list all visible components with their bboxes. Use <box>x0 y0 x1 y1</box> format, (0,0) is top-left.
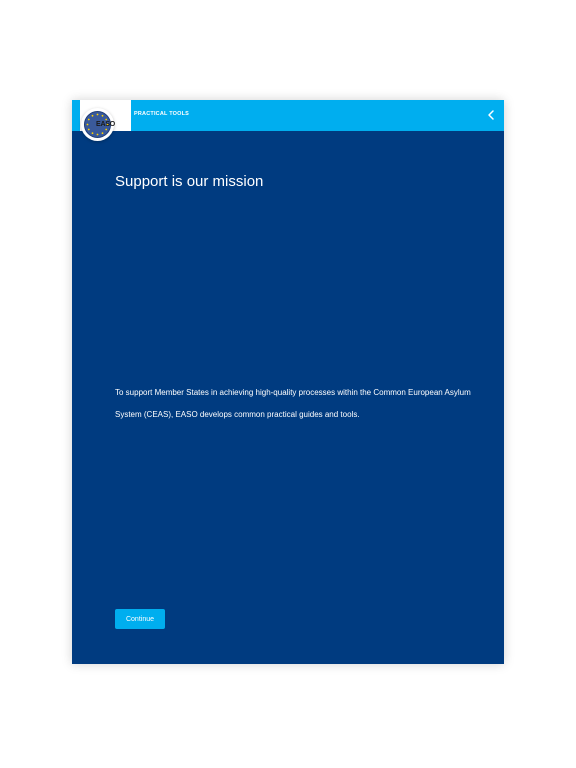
back-button[interactable] <box>484 108 498 122</box>
chevron-left-icon <box>488 110 494 120</box>
header-title: PRACTICAL TOOLS <box>134 111 190 117</box>
page: EASO PRACTICAL TOOLS Support is our miss… <box>0 0 576 768</box>
continue-button[interactable]: Continue <box>115 609 165 629</box>
page-title: Support is our mission <box>115 173 264 190</box>
top-bar: EASO PRACTICAL TOOLS <box>72 100 504 141</box>
logo-text: EASO <box>96 121 116 128</box>
app-screen: EASO PRACTICAL TOOLS Support is our miss… <box>72 100 504 664</box>
mission-description: To support Member States in achieving hi… <box>115 388 471 419</box>
